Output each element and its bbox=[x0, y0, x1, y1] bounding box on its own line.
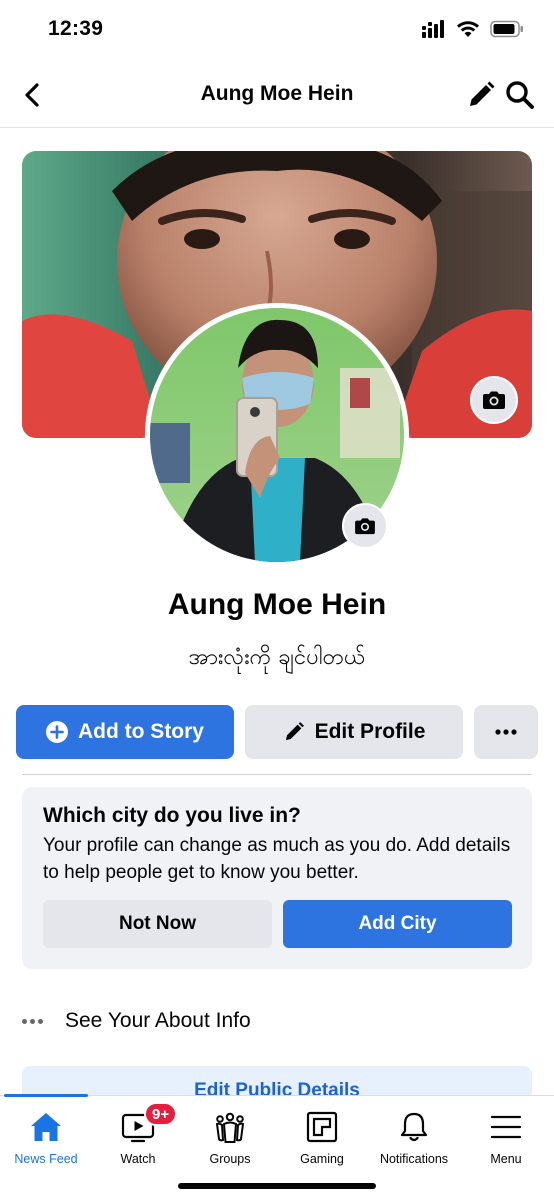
status-icons bbox=[422, 20, 524, 38]
search-icon[interactable] bbox=[504, 79, 536, 111]
tab-groups[interactable]: Groups bbox=[184, 1096, 276, 1176]
city-prompt-title: Which city do you live in? bbox=[43, 804, 301, 827]
menu-icon bbox=[490, 1115, 522, 1139]
wifi-icon bbox=[457, 21, 479, 37]
profile-camera-button[interactable] bbox=[342, 503, 388, 549]
watch-badge: 9+ bbox=[144, 1102, 178, 1126]
camera-icon bbox=[483, 391, 505, 409]
tab-label: Watch bbox=[120, 1152, 156, 1166]
tab-watch[interactable]: 9+ Watch bbox=[92, 1096, 184, 1176]
profile-bio: အားလုံးကို ချင်ပါတယ် bbox=[188, 645, 366, 670]
status-time: 12:39 bbox=[48, 17, 104, 40]
city-prompt-card: Which city do you live in? Your profile … bbox=[22, 787, 532, 969]
camera-icon bbox=[355, 518, 375, 535]
tab-label: Gaming bbox=[300, 1152, 344, 1166]
add-to-story-button[interactable]: Add to Story bbox=[16, 705, 234, 759]
tab-news-feed[interactable]: News Feed bbox=[0, 1096, 92, 1176]
status-bar: 12:39 bbox=[0, 0, 554, 62]
edit-profile-button[interactable]: Edit Profile bbox=[245, 705, 463, 759]
tab-label: Menu bbox=[490, 1152, 522, 1166]
gaming-icon bbox=[306, 1111, 338, 1143]
bell-icon bbox=[400, 1112, 428, 1142]
edit-profile-label: Edit Profile bbox=[314, 720, 426, 743]
tab-menu[interactable]: Menu bbox=[460, 1096, 552, 1176]
tab-label: Groups bbox=[209, 1152, 251, 1166]
see-about-info-label: See Your About Info bbox=[65, 1009, 251, 1032]
add-to-story-label: Add to Story bbox=[78, 720, 204, 743]
top-navigation-bar: Aung Moe Hein bbox=[0, 62, 554, 128]
section-divider bbox=[22, 774, 532, 775]
add-city-button[interactable]: Add City bbox=[283, 900, 512, 948]
plus-circle-icon bbox=[46, 721, 68, 743]
tab-gaming[interactable]: Gaming bbox=[276, 1096, 368, 1176]
pencil-icon[interactable] bbox=[466, 80, 496, 110]
tab-label: Notifications bbox=[379, 1152, 449, 1166]
home-indicator bbox=[178, 1183, 376, 1189]
tab-label: News Feed bbox=[14, 1152, 78, 1166]
city-prompt-description: Your profile can change as much as you d… bbox=[43, 835, 511, 883]
cellular-signal-icon bbox=[422, 20, 444, 38]
tab-notifications[interactable]: Notifications bbox=[368, 1096, 460, 1176]
more-options-button[interactable] bbox=[474, 705, 538, 759]
battery-icon bbox=[490, 20, 523, 38]
home-icon bbox=[31, 1113, 61, 1141]
more-dots-icon bbox=[495, 729, 517, 735]
not-now-button[interactable]: Not Now bbox=[43, 900, 272, 948]
see-about-info-row[interactable]: See Your About Info bbox=[22, 1002, 251, 1040]
profile-name: Aung Moe Hein bbox=[167, 588, 387, 621]
groups-icon bbox=[215, 1112, 245, 1143]
more-dots-icon bbox=[22, 1018, 48, 1024]
pencil-icon bbox=[285, 722, 304, 741]
cover-camera-button[interactable] bbox=[470, 376, 518, 424]
